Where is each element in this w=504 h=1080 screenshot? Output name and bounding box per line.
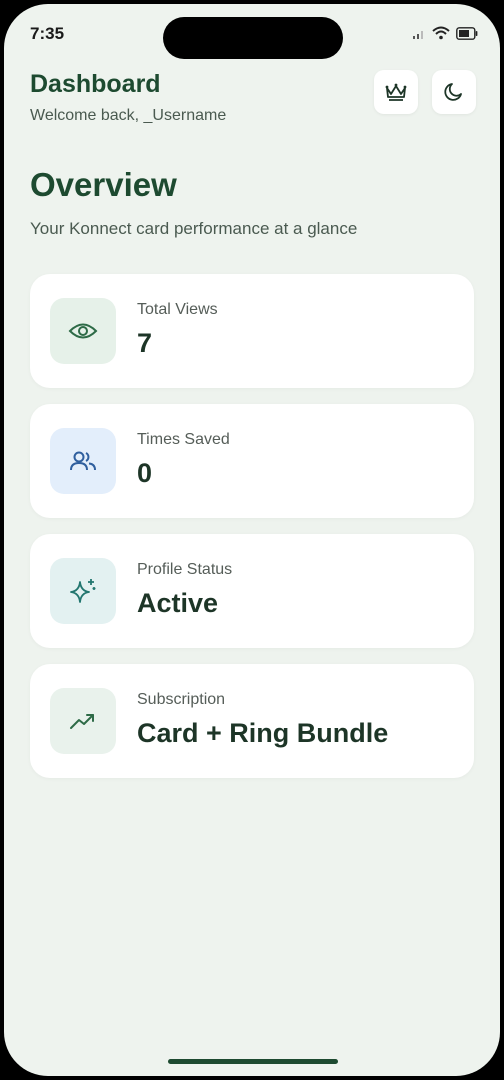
trending-up-icon: [70, 714, 94, 729]
stat-label: Profile Status: [137, 561, 233, 578]
header-actions: [374, 70, 476, 114]
signal-icon: [413, 31, 423, 39]
sparkles-icon: [70, 579, 96, 603]
stat-icon-box: [50, 688, 116, 754]
moon-icon: [444, 83, 462, 101]
stat-icon-box: [50, 428, 116, 494]
eye-icon: [68, 323, 98, 339]
users-icon: [70, 451, 96, 471]
stat-value: Active: [137, 588, 219, 618]
camera-notch: [163, 17, 343, 59]
status-time: 7:35: [30, 24, 65, 43]
stat-label: Subscription: [137, 691, 226, 708]
stat-value: Card + Ring Bundle: [137, 718, 389, 748]
status-bar: 7:35: [4, 4, 500, 64]
stat-icon-box: [50, 558, 116, 624]
phone-screen: 7:35 Dashboard Welcome back, _Username O…: [4, 4, 500, 1076]
crown-icon: [385, 83, 407, 101]
stat-card-subscription: Subscription Card + Ring Bundle: [30, 664, 474, 778]
overview-title: Overview: [30, 166, 177, 203]
stat-card-total-views: Total Views 7: [30, 274, 474, 388]
stat-card-profile-status: Profile Status Active: [30, 534, 474, 648]
battery-icon: [456, 26, 478, 40]
stat-label: Total Views: [137, 301, 218, 318]
stat-icon-box: [50, 298, 116, 364]
stat-label: Times Saved: [137, 431, 230, 448]
overview-subtitle: Your Konnect card performance at a glanc…: [30, 219, 358, 238]
stat-value: 7: [137, 328, 153, 358]
stat-card-times-saved: Times Saved 0: [30, 404, 474, 518]
theme-toggle-button[interactable]: [432, 70, 476, 114]
stat-value: 0: [137, 458, 153, 488]
header: Dashboard Welcome back, _Username: [30, 70, 476, 130]
home-indicator[interactable]: [168, 1059, 338, 1064]
wifi-icon: [432, 26, 450, 40]
premium-button[interactable]: [374, 70, 418, 114]
status-icons: [412, 26, 478, 40]
